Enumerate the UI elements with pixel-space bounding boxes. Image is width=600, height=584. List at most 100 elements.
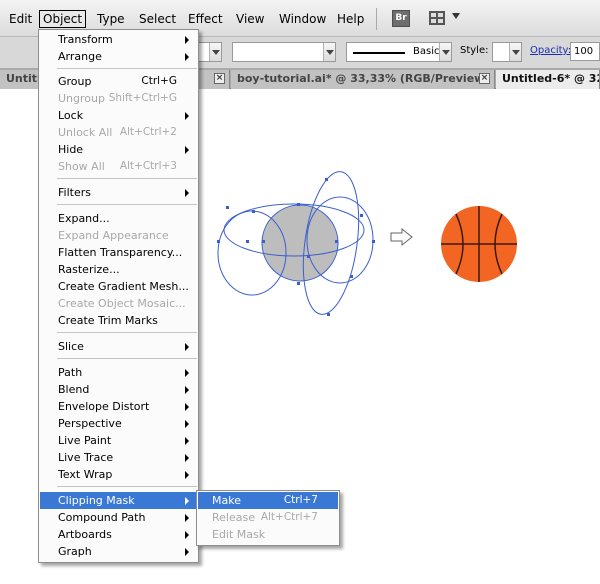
menu-item-label: Edit Mask xyxy=(212,528,266,541)
menu-item-shortcut: Alt+Ctrl+3 xyxy=(119,160,177,172)
submenu-item-make[interactable]: Make Ctrl+7 xyxy=(198,492,338,509)
chevron-down-icon[interactable] xyxy=(323,43,335,61)
chevron-down-icon[interactable] xyxy=(452,13,460,19)
menu-item-perspective[interactable]: Perspective xyxy=(40,415,197,432)
menu-item-expand[interactable]: Expand... xyxy=(40,210,197,227)
opacity-field[interactable]: 100 xyxy=(570,42,600,61)
fill-dropdown[interactable] xyxy=(196,42,222,62)
menu-item-flatten-transparency[interactable]: Flatten Transparency... xyxy=(40,244,197,261)
close-icon[interactable]: × xyxy=(214,73,225,84)
menu-item-label: Perspective xyxy=(58,417,122,430)
menu-separator xyxy=(57,204,197,205)
menu-item-label: Clipping Mask xyxy=(58,494,135,507)
menu-item-unlock-all[interactable]: Unlock All Alt+Ctrl+2 xyxy=(40,124,197,141)
menu-item-label: Envelope Distort xyxy=(58,400,150,413)
menu-item-label: Create Object Mosaic... xyxy=(58,297,186,310)
menu-effect[interactable]: Effect xyxy=(185,10,226,28)
menu-item-expand-appearance[interactable]: Expand Appearance xyxy=(40,227,197,244)
submenu-arrow-icon xyxy=(185,420,189,428)
menu-item-label: Compound Path xyxy=(58,511,146,524)
tab-boy-tutorial[interactable]: boy-tutorial.ai* @ 33,33% (RGB/Preview) … xyxy=(231,70,495,89)
menu-item-shortcut: Ctrl+G xyxy=(141,75,177,87)
menu-item-live-trace[interactable]: Live Trace xyxy=(40,449,197,466)
menu-item-label: Release xyxy=(212,511,255,524)
stroke-profile-dropdown[interactable]: Basic xyxy=(346,42,452,62)
menu-select[interactable]: Select xyxy=(136,10,179,28)
menu-item-label: Flatten Transparency... xyxy=(58,246,183,259)
menu-item-slice[interactable]: Slice xyxy=(40,338,197,355)
submenu-arrow-icon xyxy=(185,189,189,197)
tab-untitled-6[interactable]: Untitled-6* @ 32 xyxy=(496,70,600,89)
submenu-item-release[interactable]: Release Alt+Ctrl+7 xyxy=(198,509,338,526)
menu-item-path[interactable]: Path xyxy=(40,364,197,381)
submenu-item-edit-mask[interactable]: Edit Mask xyxy=(198,526,338,543)
menu-item-filters[interactable]: Filters xyxy=(40,184,197,201)
menu-item-live-paint[interactable]: Live Paint xyxy=(40,432,197,449)
submenu-arrow-icon xyxy=(185,531,189,539)
stroke-profile-label: Basic xyxy=(413,46,440,57)
menu-item-label: Text Wrap xyxy=(58,468,113,481)
menu-item-trim-marks[interactable]: Create Trim Marks xyxy=(40,312,197,329)
menu-help[interactable]: Help xyxy=(334,10,367,28)
menu-separator xyxy=(376,8,377,30)
menu-item-hide[interactable]: Hide xyxy=(40,141,197,158)
submenu-arrow-icon xyxy=(185,454,189,462)
menu-item-compound-path[interactable]: Compound Path xyxy=(40,509,197,526)
menu-item-blend[interactable]: Blend xyxy=(40,381,197,398)
style-dropdown[interactable] xyxy=(492,42,522,62)
menu-item-clipping-mask[interactable]: Clipping Mask xyxy=(40,492,197,509)
menu-item-arrange[interactable]: Arrange xyxy=(40,48,197,65)
chevron-down-icon[interactable] xyxy=(509,43,521,61)
menu-item-label: Rasterize... xyxy=(58,263,120,276)
menu-item-lock[interactable]: Lock xyxy=(40,107,197,124)
menu-type[interactable]: Type xyxy=(94,10,128,28)
menu-item-label: Arrange xyxy=(58,50,102,63)
menu-item-label: Graph xyxy=(58,545,92,558)
menu-item-label: Expand... xyxy=(58,212,110,225)
menu-item-label: Path xyxy=(58,366,83,379)
menu-item-envelope-distort[interactable]: Envelope Distort xyxy=(40,398,197,415)
close-icon[interactable]: × xyxy=(479,73,490,84)
menu-item-object-mosaic[interactable]: Create Object Mosaic... xyxy=(40,295,197,312)
submenu-arrow-icon xyxy=(185,53,189,61)
bridge-icon[interactable]: Br xyxy=(392,10,410,27)
menu-view[interactable]: View xyxy=(233,10,267,28)
stroke-weight-field[interactable] xyxy=(232,42,336,62)
chevron-down-icon[interactable] xyxy=(209,43,221,61)
menu-item-artboards[interactable]: Artboards xyxy=(40,526,197,543)
submenu-arrow-icon xyxy=(185,343,189,351)
chevron-down-icon[interactable] xyxy=(439,43,451,61)
opacity-label[interactable]: Opacity: xyxy=(530,45,571,56)
submenu-arrow-icon xyxy=(185,369,189,377)
menu-item-label: Lock xyxy=(58,109,84,122)
object-menu: Transform Arrange Group Ctrl+G Ungroup Shi… xyxy=(38,29,199,563)
menu-edit[interactable]: Edit xyxy=(6,10,35,28)
menu-item-ungroup[interactable]: Ungroup Shift+Ctrl+G xyxy=(40,90,197,107)
menu-separator xyxy=(57,358,197,359)
submenu-arrow-icon xyxy=(185,471,189,479)
menu-item-graph[interactable]: Graph xyxy=(40,543,197,560)
menu-item-label: Ungroup xyxy=(58,92,105,105)
menu-item-group[interactable]: Group Ctrl+G xyxy=(40,73,197,90)
menu-item-gradient-mesh[interactable]: Create Gradient Mesh... xyxy=(40,278,197,295)
menu-item-label: Hide xyxy=(58,143,84,156)
menu-item-show-all[interactable]: Show All Alt+Ctrl+3 xyxy=(40,158,197,175)
submenu-arrow-icon xyxy=(185,112,189,120)
style-label: Style: xyxy=(460,45,489,56)
menu-item-transform[interactable]: Transform xyxy=(40,31,197,48)
tab-label: boy-tutorial.ai* @ 33,33% (RGB/Preview) xyxy=(237,72,490,85)
selected-ellipses[interactable] xyxy=(217,168,374,318)
clipping-mask-submenu: Make Ctrl+7 Release Alt+Ctrl+7 Edit Mask xyxy=(196,490,340,546)
menu-item-label: Show All xyxy=(58,160,105,173)
menu-separator xyxy=(57,332,197,333)
submenu-arrow-icon xyxy=(185,403,189,411)
menu-item-shortcut: Alt+Ctrl+2 xyxy=(119,126,177,138)
menu-window[interactable]: Window xyxy=(276,10,329,28)
menu-item-rasterize[interactable]: Rasterize... xyxy=(40,261,197,278)
menu-item-shortcut: Ctrl+7 xyxy=(283,494,318,506)
menu-item-label: Transform xyxy=(58,33,113,46)
submenu-arrow-icon xyxy=(185,497,189,505)
menu-item-text-wrap[interactable]: Text Wrap xyxy=(40,466,197,483)
workspace-icon[interactable] xyxy=(429,11,445,25)
menu-object[interactable]: Object xyxy=(39,10,87,28)
